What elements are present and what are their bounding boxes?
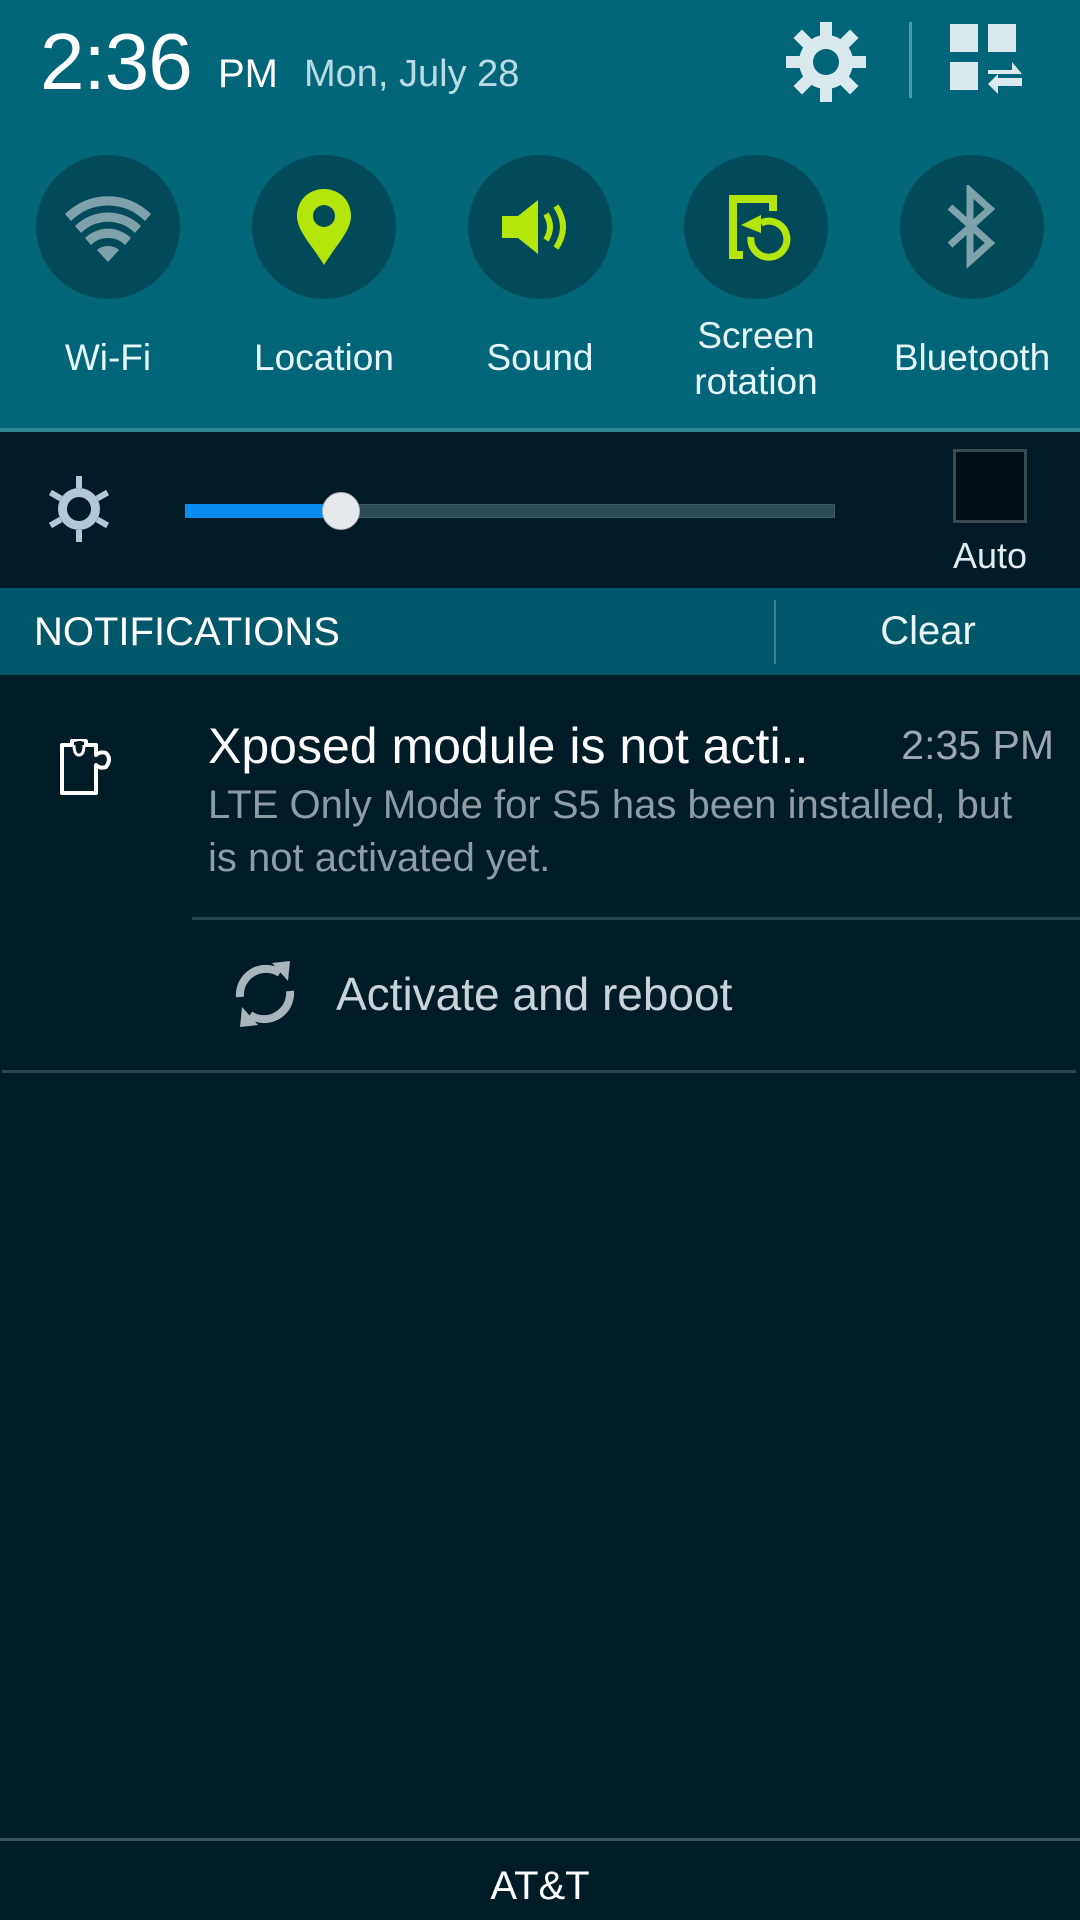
toggle-location-circle[interactable] bbox=[252, 155, 396, 299]
toggle-rotation-circle[interactable] bbox=[684, 155, 828, 299]
brightness-slider-fill bbox=[185, 504, 341, 518]
grid-swap-icon bbox=[950, 24, 1022, 94]
notification-time: 2:35 PM bbox=[901, 722, 1054, 768]
notifications-header: NOTIFICATIONS Clear bbox=[0, 588, 1080, 675]
notification-title: Xposed module is not acti.. bbox=[208, 718, 809, 774]
puzzle-piece-icon bbox=[60, 739, 111, 795]
footer-divider bbox=[0, 1838, 1080, 1841]
settings-button[interactable] bbox=[782, 18, 870, 106]
notifications-title: NOTIFICATIONS bbox=[34, 610, 340, 654]
speaker-icon bbox=[502, 200, 566, 254]
notification-body: LTE Only Mode for S5 has been installed,… bbox=[208, 783, 1013, 880]
location-pin-icon bbox=[297, 189, 351, 265]
brightness-slider[interactable] bbox=[185, 492, 835, 530]
brightness-icon bbox=[48, 476, 110, 542]
toggle-sound-label: Sound bbox=[486, 337, 594, 378]
header-divider bbox=[909, 22, 912, 98]
toggle-sound[interactable]: Sound bbox=[432, 155, 648, 405]
clock-ampm: PM bbox=[218, 52, 278, 96]
bluetooth-icon bbox=[947, 185, 996, 269]
toggle-location[interactable]: Location bbox=[216, 155, 432, 405]
activate-and-reboot-button[interactable]: Activate and reboot bbox=[192, 920, 1080, 1060]
carrier-label: AT&T bbox=[490, 1864, 590, 1908]
toggle-wifi-label: Wi-Fi bbox=[64, 337, 152, 378]
toggle-bluetooth-circle[interactable] bbox=[900, 155, 1044, 299]
clear-button[interactable]: Clear bbox=[776, 588, 1080, 675]
toggle-wifi-circle[interactable] bbox=[36, 155, 180, 299]
date-label[interactable]: Mon, July 28 bbox=[304, 48, 519, 100]
notification-bottom-divider bbox=[2, 1070, 1076, 1073]
quick-toggles: Wi-Fi Location Sound Screen rotation Blu… bbox=[0, 155, 1080, 405]
activate-and-reboot-label: Activate and reboot bbox=[336, 968, 733, 1020]
screen-rotation-icon bbox=[729, 195, 791, 261]
toggle-location-label: Location bbox=[254, 337, 394, 378]
edit-toggles-button[interactable] bbox=[950, 20, 1036, 106]
wifi-icon bbox=[65, 196, 151, 262]
gear-icon bbox=[786, 22, 866, 102]
notification-item[interactable]: Xposed module is not acti.. 2:35 PM LTE … bbox=[0, 675, 1080, 1072]
brightness-slider-thumb[interactable] bbox=[322, 492, 360, 530]
clock-time: 2:36 bbox=[40, 17, 193, 106]
refresh-icon bbox=[235, 961, 295, 1027]
toggle-bluetooth-label: Bluetooth bbox=[893, 337, 1051, 378]
toggle-sound-circle[interactable] bbox=[468, 155, 612, 299]
toggle-rotation-label-line2: rotation bbox=[694, 361, 818, 402]
quick-settings-header: 2:36 PM Mon, July 28 Wi-Fi Location Soun… bbox=[0, 0, 1080, 432]
auto-brightness-label: Auto bbox=[952, 535, 1028, 576]
toggle-rotation-label: Screen rotation bbox=[648, 313, 864, 405]
toggle-wifi[interactable]: Wi-Fi bbox=[0, 155, 216, 405]
toggle-bluetooth[interactable]: Bluetooth bbox=[864, 155, 1080, 405]
toggle-rotation-label-line1: Screen bbox=[697, 315, 815, 356]
auto-brightness-checkbox[interactable] bbox=[953, 449, 1027, 523]
toggle-screen-rotation[interactable]: Screen rotation bbox=[648, 155, 864, 405]
